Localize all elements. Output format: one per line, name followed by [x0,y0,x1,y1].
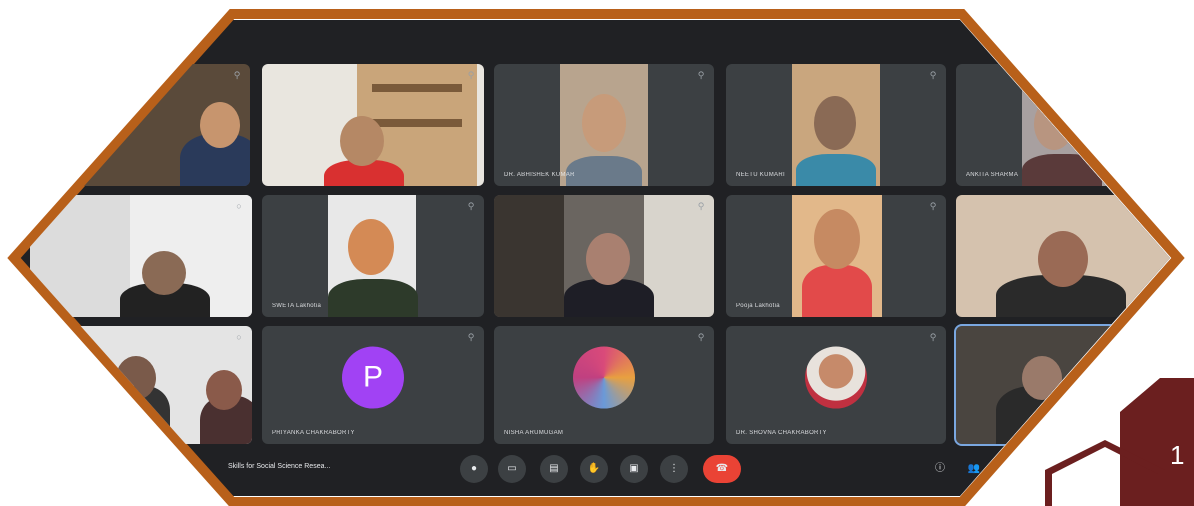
slide-frame: ⚲ ⚲ DR. ABHISHEK KUMAR ⚲ NEETU KUMARI ⚲ [0,0,1194,506]
slide-number: 1 [1170,440,1185,470]
slide-badge [1045,378,1194,506]
